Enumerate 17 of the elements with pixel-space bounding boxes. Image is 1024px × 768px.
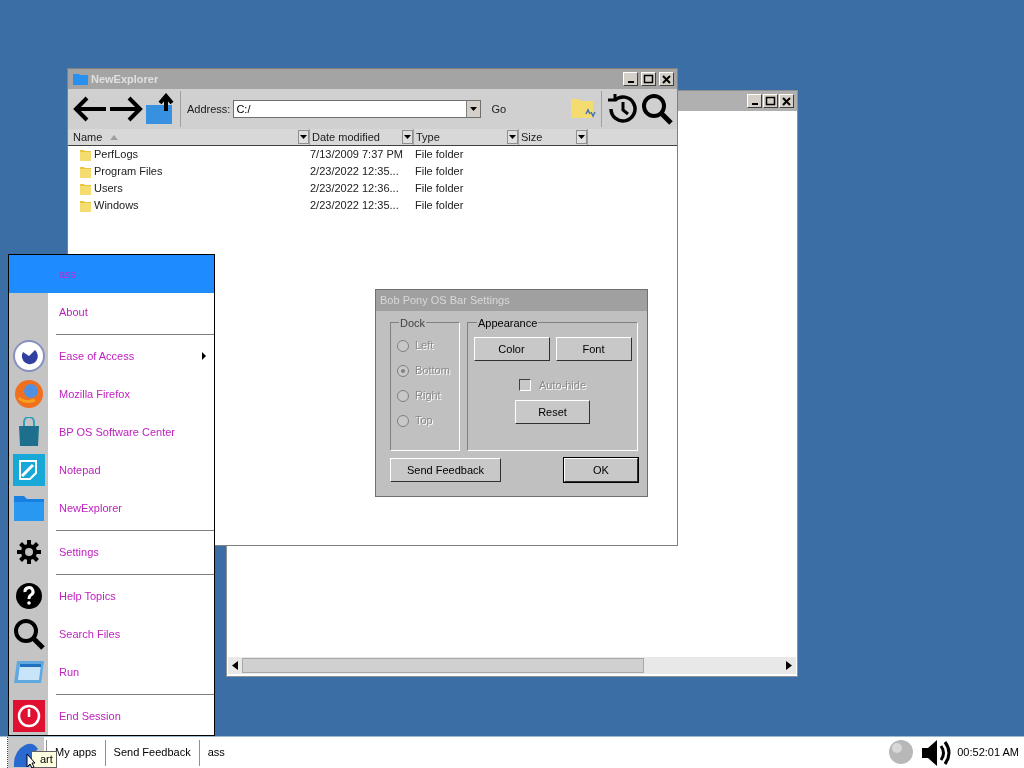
type-cell-text: File folder <box>415 198 464 214</box>
radio-label: Left <box>415 338 434 354</box>
checkbox-label: Auto-hide <box>538 378 587 393</box>
type-cell-text: File folder <box>415 181 464 197</box>
date-cell-text: 2/23/2022 12:35... <box>310 198 400 214</box>
type-cell-text: File folder <box>415 164 464 180</box>
date-cell-text: 2/23/2022 12:36... <box>310 181 400 197</box>
type-cell-text: File folder <box>415 147 464 163</box>
address-label: Address: <box>187 101 231 117</box>
radio-label: Bottom <box>415 363 450 379</box>
date-cell-text: 7/13/2009 7:37 PM <box>310 147 404 163</box>
radio-label: Right <box>415 388 441 404</box>
clock: 00:52:01 AM <box>957 745 1019 761</box>
radio-label: Top <box>415 413 433 429</box>
user-name: ass <box>59 266 77 282</box>
date-cell-text: 2/23/2022 12:35... <box>310 164 400 180</box>
window-title: NewExplorer <box>91 71 159 87</box>
